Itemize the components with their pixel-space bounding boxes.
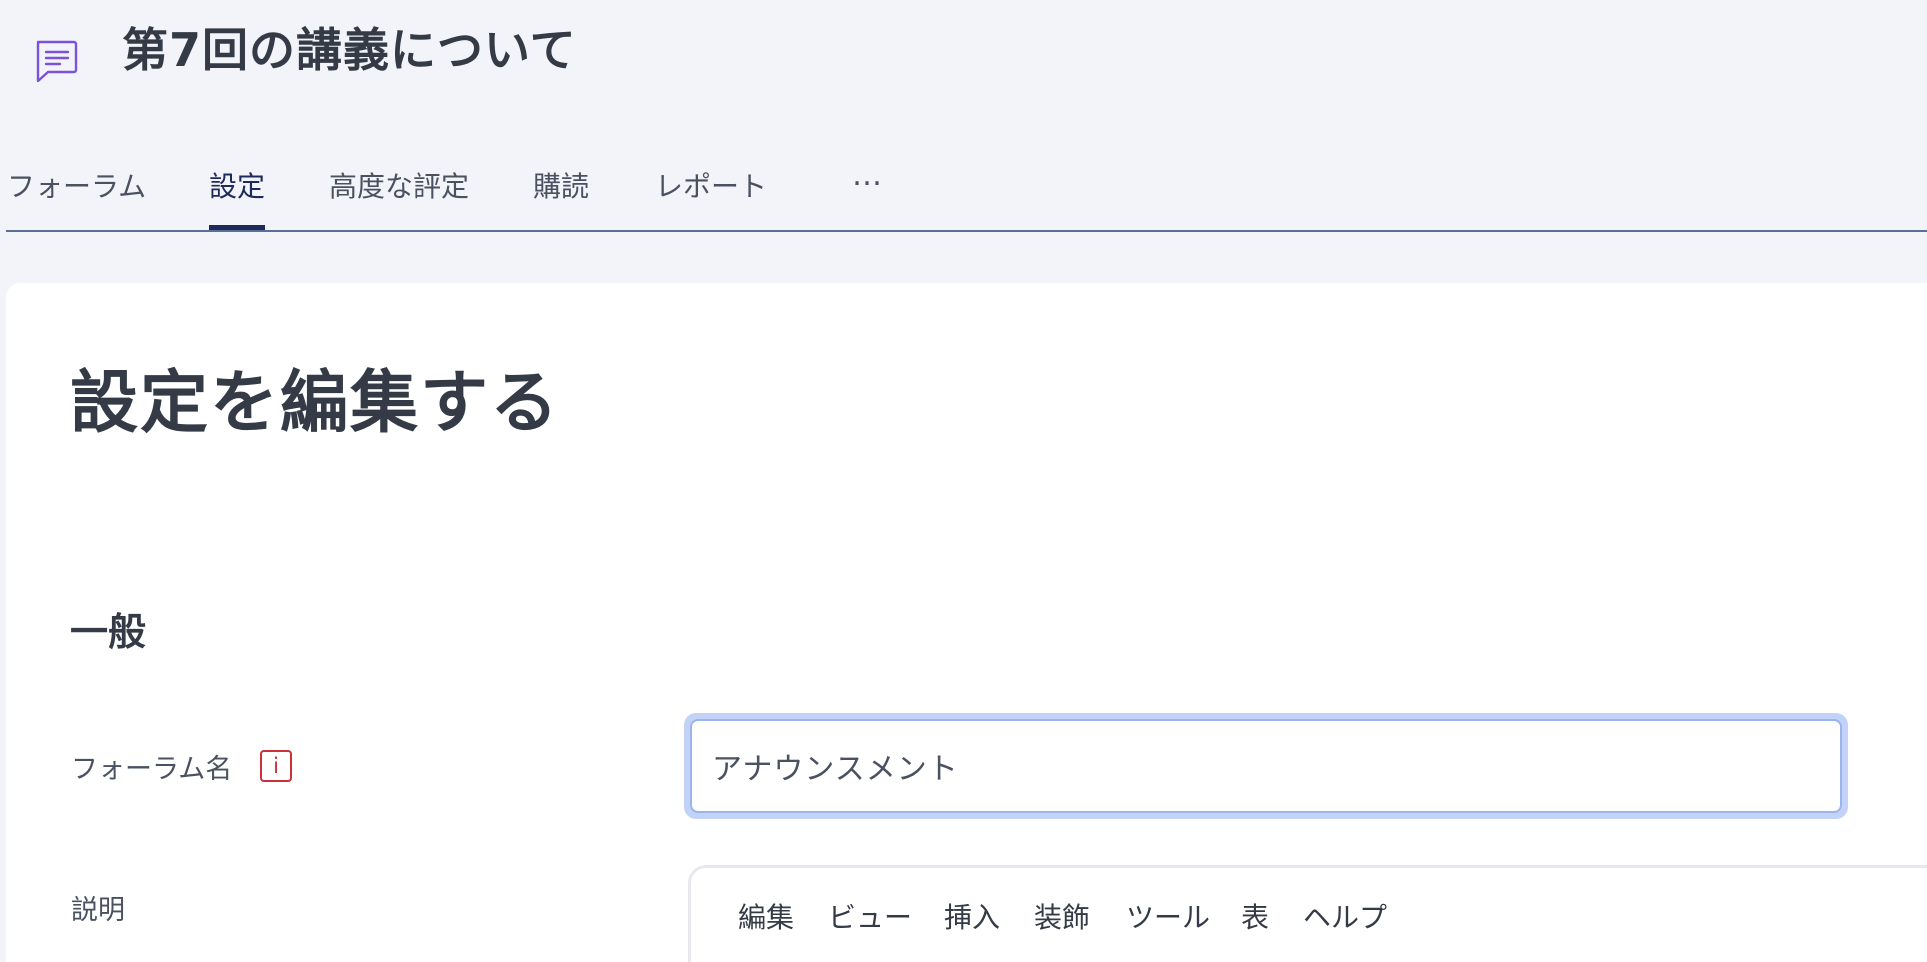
tab-more-menu[interactable]: …: [852, 158, 883, 222]
description-editor[interactable]: 編集 ビュー 挿入 装飾 ツール 表 ヘルプ: [688, 865, 1927, 962]
settings-card: 設定を編集する 一般 フォーラム名 i 説明 編集 ビュー 挿入 装飾 ツール …: [6, 283, 1927, 962]
tab-advanced-grading[interactable]: 高度な評定: [329, 165, 469, 229]
editor-menu-help[interactable]: ヘルプ: [1303, 896, 1387, 936]
edit-settings-heading: 設定を編集する: [70, 364, 561, 443]
editor-menu-table[interactable]: 表: [1241, 896, 1269, 936]
tab-divider: [6, 230, 1927, 232]
tab-subscriptions[interactable]: 購読: [533, 165, 589, 229]
description-label: 説明: [71, 895, 125, 926]
forum-name-focus-ring: [684, 713, 1848, 819]
tab-settings[interactable]: 設定: [209, 165, 266, 231]
editor-menu-format[interactable]: 装飾: [1034, 896, 1090, 936]
tab-bar: フォーラム 設定 高度な評定 購読 レポート …: [0, 150, 1927, 232]
required-icon[interactable]: i: [260, 750, 292, 782]
tab-forum[interactable]: フォーラム: [7, 165, 146, 229]
editor-menu-edit[interactable]: 編集: [738, 896, 794, 936]
forum-name-label: フォーラム名: [71, 754, 233, 785]
editor-menu-view[interactable]: ビュー: [828, 896, 912, 936]
editor-menu-insert[interactable]: 挿入: [944, 896, 1000, 936]
editor-menu-tools[interactable]: ツール: [1126, 896, 1210, 936]
tab-reports[interactable]: レポート: [655, 165, 767, 229]
page-title: 第7回の講義について: [122, 23, 577, 77]
forum-name-input[interactable]: [690, 719, 1842, 813]
app: 第7回の講義について フォーラム 設定 高度な評定 購読 レポート … 設定を編…: [0, 0, 1927, 962]
forum-chat-icon: [30, 34, 82, 86]
general-section-heading[interactable]: 一般: [70, 601, 146, 656]
